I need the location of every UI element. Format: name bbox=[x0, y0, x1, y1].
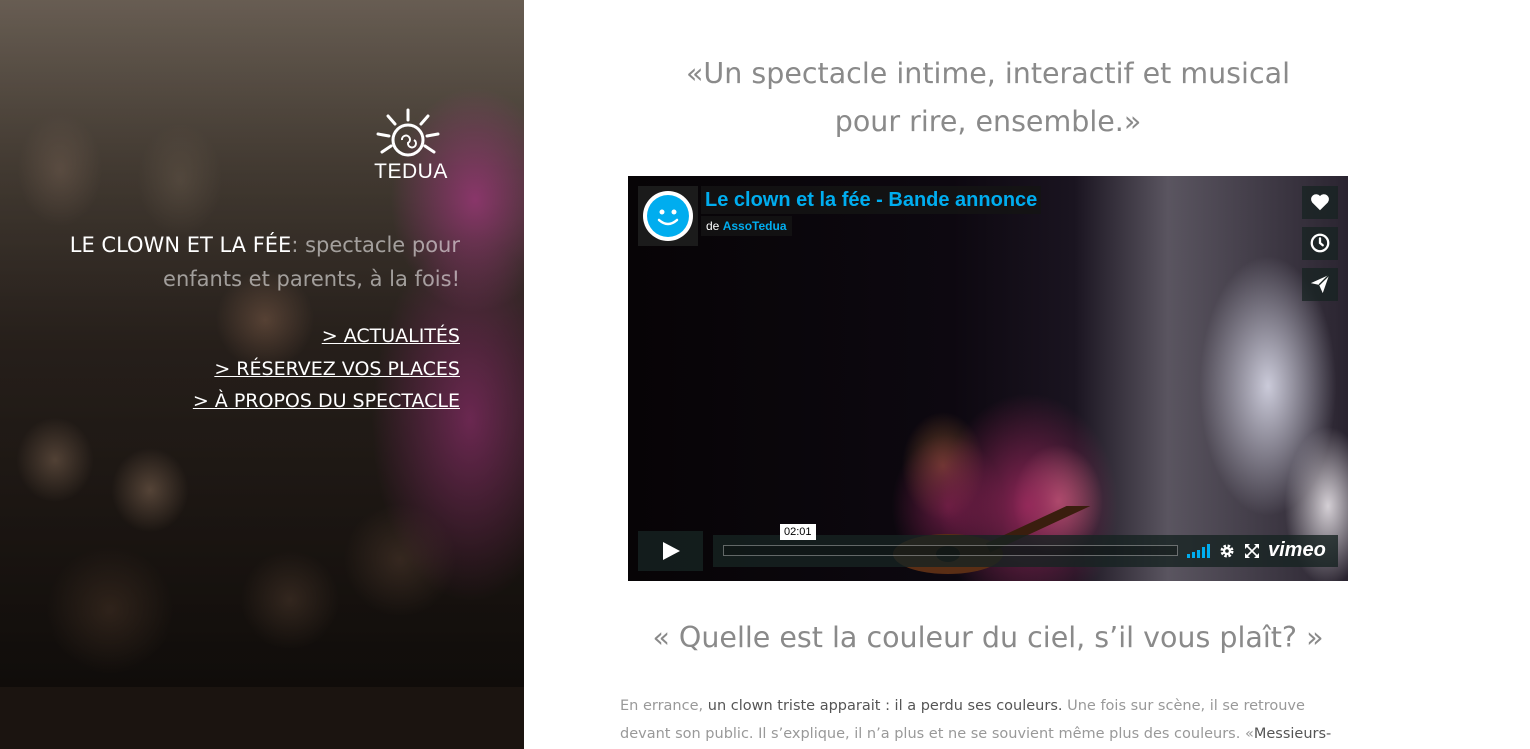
play-icon bbox=[663, 542, 680, 560]
sun-spiral-icon bbox=[376, 108, 440, 157]
smiley-face-glyph bbox=[657, 209, 679, 226]
vimeo-player[interactable]: Le clown et la fée - Bande annonce de As… bbox=[628, 176, 1348, 581]
hero-footer-strip bbox=[0, 687, 524, 749]
clock-icon bbox=[1310, 233, 1330, 253]
story-question: « Quelle est la couleur du ciel, s’il vo… bbox=[652, 621, 1324, 654]
settings-icon[interactable] bbox=[1219, 543, 1235, 559]
sidebar-nav: > ACTUALITÉS > RÉSERVEZ VOS PLACES > À P… bbox=[193, 320, 460, 418]
progress-bar[interactable] bbox=[723, 545, 1178, 556]
watch-later-button[interactable] bbox=[1302, 227, 1338, 260]
video-byline: de AssoTedua bbox=[701, 216, 792, 236]
fullscreen-icon[interactable] bbox=[1245, 544, 1259, 558]
logo-wordmark: TEDUA bbox=[374, 160, 448, 183]
show-tagline: LE CLOWN ET LA FÉE: spectacle pour enfan… bbox=[30, 228, 460, 296]
story-highlight-1: un clown triste apparait : il a perdu se… bbox=[707, 698, 1063, 714]
vimeo-logo[interactable]: vimeo bbox=[1268, 538, 1326, 562]
time-tooltip: 02:01 bbox=[780, 524, 816, 540]
nav-link-actualites[interactable]: > ACTUALITÉS bbox=[193, 320, 460, 353]
owner-link[interactable]: AssoTedua bbox=[723, 219, 787, 233]
story-text-1: En errance, bbox=[620, 698, 708, 714]
show-title: LE CLOWN ET LA FÉE bbox=[69, 233, 292, 257]
main-content: «Un spectacle intime, interactif et musi… bbox=[524, 0, 1530, 749]
story-paragraph: En errance, un clown triste apparait : i… bbox=[620, 692, 1350, 749]
share-button[interactable] bbox=[1302, 268, 1338, 301]
byline-prefix: de bbox=[706, 219, 720, 233]
video-title-link[interactable]: Le clown et la fée - Bande annonce bbox=[701, 186, 1042, 214]
video-side-actions bbox=[1302, 186, 1338, 309]
smiley-icon bbox=[647, 195, 689, 237]
paper-plane-icon bbox=[1310, 274, 1330, 294]
tedua-logo[interactable]: TEDUA bbox=[368, 108, 450, 184]
intro-quote-line-1: «Un spectacle intime, interactif et musi… bbox=[685, 57, 1290, 90]
volume-icon[interactable] bbox=[1187, 544, 1211, 558]
heart-icon bbox=[1311, 194, 1329, 211]
hero-panel: TEDUA LE CLOWN ET LA FÉE: spectacle pour… bbox=[0, 0, 524, 749]
play-button[interactable] bbox=[638, 531, 703, 571]
intro-quote: «Un spectacle intime, interactif et musi… bbox=[524, 50, 1452, 146]
video-controls: 02:01 vimeo bbox=[638, 524, 1338, 571]
avatar-ring bbox=[643, 191, 693, 241]
intro-quote-line-2: pour rire, ensemble.» bbox=[834, 105, 1142, 138]
nav-link-a-propos[interactable]: > À PROPOS DU SPECTACLE bbox=[193, 385, 460, 418]
like-button[interactable] bbox=[1302, 186, 1338, 219]
channel-avatar[interactable] bbox=[638, 186, 698, 246]
control-bar: 02:01 vimeo bbox=[713, 524, 1338, 567]
nav-link-reservez[interactable]: > RÉSERVEZ VOS PLACES bbox=[193, 353, 460, 386]
